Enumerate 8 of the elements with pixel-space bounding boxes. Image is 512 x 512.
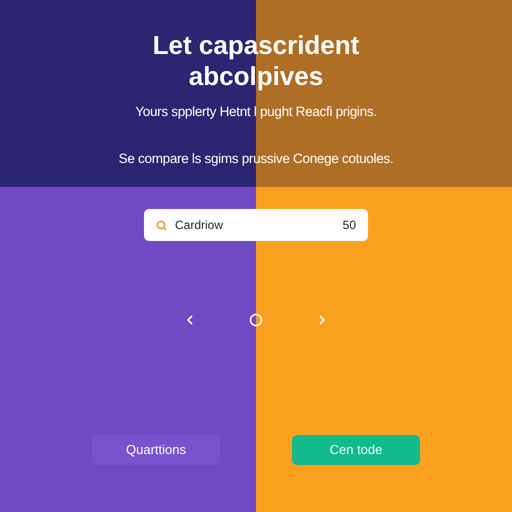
search-value: Cardriow bbox=[175, 217, 224, 234]
page-indicator-icon bbox=[249, 313, 263, 327]
chevron-left-icon[interactable] bbox=[187, 315, 193, 325]
questions-button[interactable]: Quarttions bbox=[92, 435, 220, 465]
hero-subtitle: Yours spplerty Hetnt l pught Reacfi prigins. bbox=[134, 103, 378, 122]
search-icon bbox=[156, 220, 167, 230]
result-count: 50 bbox=[342, 217, 356, 234]
search-field[interactable]: Cardriow 50 bbox=[144, 209, 368, 241]
